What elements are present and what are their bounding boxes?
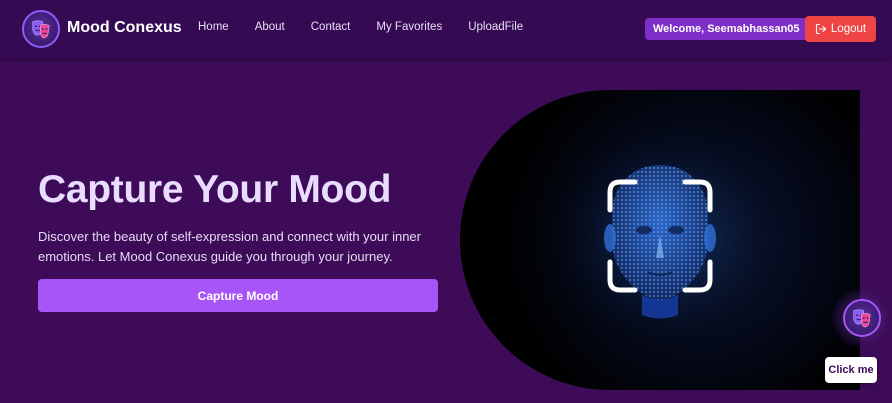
nav-links: Home About Contact My Favorites UploadFi… — [198, 21, 549, 33]
floating-ring — [832, 288, 892, 348]
floating-chat-button[interactable] — [843, 299, 881, 337]
hero-description: Discover the beauty of self-expression a… — [38, 229, 421, 264]
page: Mood Conexus Home About Contact My Favor… — [0, 0, 892, 403]
hero-image — [460, 90, 860, 390]
theater-masks-icon — [853, 309, 871, 328]
nav-link-about[interactable]: About — [255, 21, 285, 33]
logout-label: Logout — [830, 23, 867, 35]
logo[interactable] — [22, 10, 60, 48]
logout-icon — [815, 23, 826, 35]
brand-name[interactable]: Mood Conexus — [67, 19, 182, 37]
nav-link-contact[interactable]: Contact — [311, 21, 351, 33]
click-me-button[interactable]: Click me — [825, 357, 877, 383]
capture-mood-button[interactable]: Capture Mood — [38, 279, 438, 312]
welcome-badge: Welcome, Seemabhassan05 — [645, 18, 808, 40]
nav-link-home[interactable]: Home — [198, 21, 229, 33]
logout-button[interactable]: Logout — [805, 16, 876, 42]
navbar: Mood Conexus Home About Contact My Favor… — [0, 0, 892, 58]
face-scan-icon — [535, 110, 785, 360]
hero-title: Capture Your Mood — [38, 168, 392, 211]
nav-link-my-favorites[interactable]: My Favorites — [376, 21, 442, 33]
nav-link-uploadfile[interactable]: UploadFile — [468, 21, 523, 33]
theater-masks-icon — [32, 20, 50, 39]
